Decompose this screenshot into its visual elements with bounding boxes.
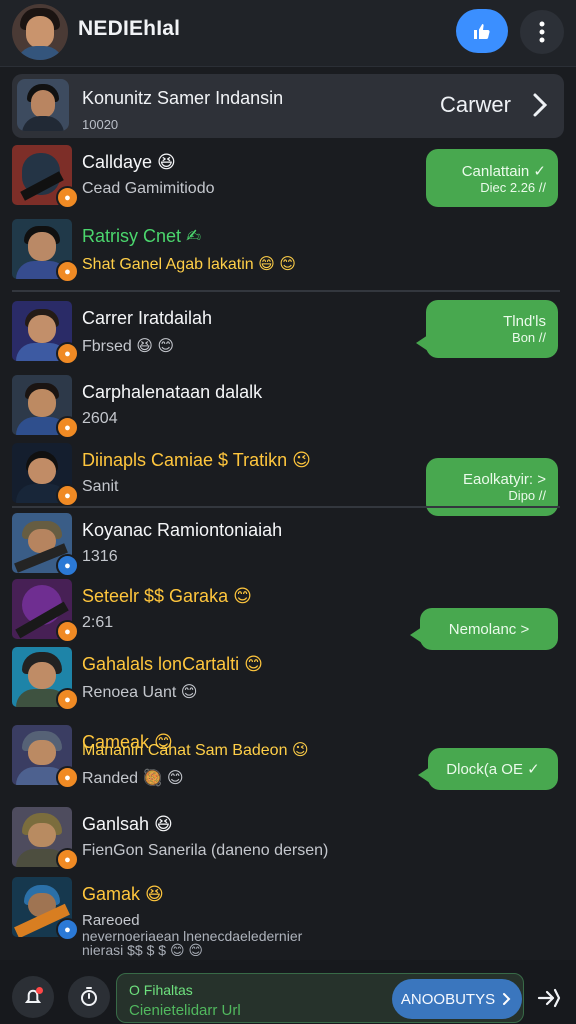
chat-name: Ratrisy Cnet ✍ (82, 226, 202, 246)
status-badge: ● (56, 260, 79, 283)
chat-row[interactable]: ● Carphalenataan dalalk 2604 Nemolanc > (0, 370, 576, 650)
alert-bell-icon (24, 987, 43, 1003)
chat-row[interactable]: ● Ratrisy Cnet ✍ Shat Ganel Agab lakatin… (0, 214, 576, 358)
quick-action-button[interactable]: ANOOBUTYS (392, 979, 522, 1019)
chat-row[interactable]: ● Ganlsah 😆 FienGon Sanerila (daneno der… (0, 802, 576, 872)
composer-line-2: Cienietelidarr Url (129, 1002, 241, 1019)
like-button[interactable] (456, 9, 508, 53)
chevron-right-icon (503, 993, 511, 1005)
quick-action-label: ANOOBUTYS (400, 990, 496, 1008)
chat-message: Sanit (82, 478, 119, 495)
chat-row[interactable]: ● Cameak 😊 Mananin Cahat Sam Badeon 😉 Ra… (0, 720, 576, 804)
send-button[interactable] (532, 978, 566, 1018)
more-vertical-icon (539, 21, 545, 43)
chat-message: Rareoed (82, 912, 140, 929)
status-badge: ● (56, 186, 79, 209)
chat-message: Mananin Cahat Sam Badeon 😉 (82, 742, 309, 759)
pinned-chat-avatar (17, 79, 69, 131)
pinned-chat[interactable]: Konunitz Samer Indansin 10020 Carwer (12, 74, 564, 138)
section-divider (12, 290, 560, 292)
status-badge: ● (56, 688, 79, 711)
send-icon (537, 988, 561, 1008)
chat-row[interactable]: ● Gamak 😆 Rareoed nevernoeriaean lnenecd… (0, 872, 576, 952)
chat-name: Gahalals lonCartalti 😊 (82, 654, 263, 674)
chat-name: Carrer Iratdailah (82, 308, 213, 328)
chat-name: Ganlsah 😆 (82, 814, 173, 834)
status-badge: ● (56, 848, 79, 871)
pinned-chat-subtitle: 10020 (82, 117, 119, 132)
status-badge: ● (56, 918, 79, 941)
chat-message: Renoea Uant 😊 (82, 684, 198, 701)
chat-message: 1316 (82, 548, 118, 565)
chat-message: Cead Gamimitiodo (82, 180, 215, 197)
bubble-line-2: Diec 2.26 // (480, 179, 546, 195)
avatar-face (26, 16, 54, 48)
timer-icon (81, 987, 97, 1006)
timer-button[interactable] (68, 976, 110, 1018)
status-badge: ● (56, 620, 79, 643)
chat-message: Shat Ganel Agab lakatin 😄 😊 (82, 256, 296, 273)
chat-header: NEDIEhIal (0, 0, 576, 67)
chat-row[interactable]: ● Calldaye 😆 Cead Gamimitiodo Canlattain… (0, 140, 576, 210)
avatar-shirt (16, 46, 64, 60)
chat-list: ● Calldaye 😆 Cead Gamimitiodo Canlattain… (0, 140, 576, 960)
partial-chat-preview: nierasi $$ $ $ 😊 😊 (82, 942, 204, 958)
page-title: NEDIEhIal (78, 17, 181, 40)
notifications-button[interactable] (12, 976, 54, 1018)
chat-message: Fbrsed 😆 😊 (82, 338, 175, 355)
chat-message: FienGon Sanerila (daneno dersen) (82, 842, 329, 859)
chat-message: 2604 (82, 410, 118, 427)
chat-row[interactable]: ● Carrer Iratdailah Fbrsed 😆 😊 Eaolkatyi… (0, 296, 576, 516)
profile-avatar[interactable] (12, 4, 68, 60)
bottom-bar: O Fihaltas Cienietelidarr Url ANOOBUTYS (0, 960, 576, 1024)
chat-row[interactable]: ● Koyanac Ramiontoniaiah 1316 (0, 508, 576, 578)
chat-message: 2:61 (82, 614, 114, 631)
message-bubble[interactable]: Canlattain ✓ Diec 2.26 // (426, 149, 558, 207)
status-badge: ● (56, 342, 79, 365)
chat-row[interactable]: ● Diinapls Camiae $ Tratikn 😉 Sanit Dloc… (0, 438, 576, 790)
composer-line-1: O Fihaltas (129, 982, 193, 998)
chevron-right-icon (533, 93, 548, 117)
chat-name: Seteelr $$ Garaka 😊 (82, 586, 252, 606)
chat-row[interactable]: ● Seteelr $$ Garaka 😊 2:61 (0, 574, 576, 644)
chat-row[interactable]: ● Gahalals lonCartalti 😊 Renoea Uant 😊 (0, 642, 576, 712)
pinned-chat-action[interactable]: Carwer (440, 92, 511, 118)
bubble-line-1: Canlattain ✓ (461, 162, 546, 180)
status-badge: ● (56, 766, 79, 789)
more-options-button[interactable] (520, 10, 564, 54)
chat-name: Diinapls Camiae $ Tratikn 😉 (82, 450, 311, 470)
chat-name: Koyanac Ramiontoniaiah (82, 520, 283, 540)
pinned-chat-title: Konunitz Samer Indansin (82, 88, 284, 108)
chat-message-secondary: Randed 🥘 😊 (82, 770, 184, 787)
thumbs-up-icon (474, 24, 490, 39)
chat-name: Carphalenataan dalalk (82, 382, 263, 402)
status-badge: ● (56, 484, 79, 507)
chat-name: Calldaye 😆 (82, 152, 176, 172)
status-badge: ● (56, 416, 79, 439)
chat-name: Gamak 😆 (82, 884, 164, 904)
